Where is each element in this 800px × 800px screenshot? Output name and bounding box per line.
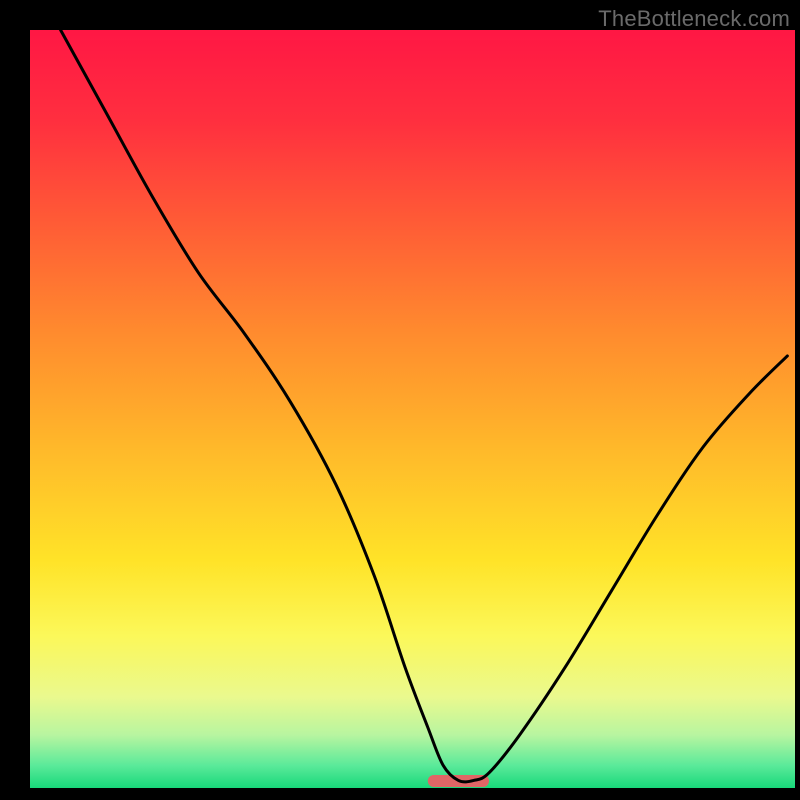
watermark-text: TheBottleneck.com [598, 6, 790, 32]
chart-svg [0, 0, 800, 800]
bottleneck-chart: TheBottleneck.com [0, 0, 800, 800]
chart-plot-area [30, 30, 795, 788]
